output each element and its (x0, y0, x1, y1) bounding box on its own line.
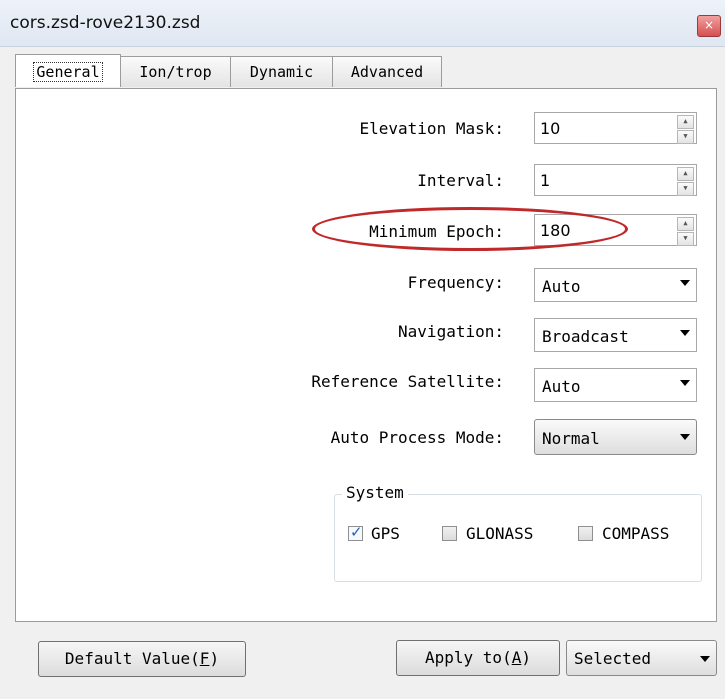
chevron-down-icon (680, 380, 690, 386)
reference-satellite-dropdown[interactable]: Auto (534, 368, 697, 402)
default-value-button[interactable]: Default Value(F) (38, 641, 246, 677)
frequency-label: Frequency: (407, 273, 504, 292)
spin-down-icon[interactable]: ▼ (677, 232, 694, 246)
elevation-mask-value: 10 (540, 119, 561, 138)
elevation-mask-spinner[interactable]: 10 ▲ ▼ (534, 112, 697, 144)
default-value-mnemonic: F (199, 649, 210, 668)
navigation-value: Broadcast (542, 327, 629, 346)
spin-down-icon[interactable]: ▼ (677, 130, 694, 144)
default-value-mnemonic-close: ) (209, 649, 220, 668)
compass-checkbox[interactable] (578, 526, 593, 541)
auto-process-mode-value: Normal (542, 429, 600, 448)
elevation-mask-label: Elevation Mask: (359, 119, 505, 138)
navigation-dropdown[interactable]: Broadcast (534, 318, 697, 352)
auto-process-mode-dropdown[interactable]: Normal (534, 419, 697, 455)
default-value-label: Default Value (64, 649, 191, 668)
apply-scope-dropdown[interactable]: Selected (566, 640, 717, 676)
gps-checkbox[interactable]: ✓ (348, 523, 363, 541)
chevron-down-icon (680, 280, 690, 286)
frequency-value: Auto (542, 277, 581, 296)
chevron-down-icon (680, 330, 690, 336)
spin-up-icon[interactable]: ▲ (677, 115, 694, 129)
highlight-ellipse (312, 207, 628, 251)
apply-scope-value: Selected (574, 649, 652, 668)
interval-spinner[interactable]: 1 ▲ ▼ (534, 164, 697, 196)
interval-label: Interval: (417, 171, 504, 190)
apply-to-mnemonic: A (511, 648, 522, 667)
compass-label: COMPASS (602, 524, 670, 543)
interval-stepper[interactable]: ▲ ▼ (677, 167, 694, 196)
spin-up-icon[interactable]: ▲ (677, 167, 694, 181)
default-value-mnemonic-open: ( (190, 649, 200, 668)
reference-satellite-value: Auto (542, 377, 581, 396)
apply-to-button[interactable]: Apply to(A) (396, 640, 560, 676)
spin-up-icon[interactable]: ▲ (677, 217, 694, 231)
navigation-label: Navigation: (398, 322, 504, 341)
system-group-title: System (342, 483, 408, 502)
reference-satellite-label: Reference Satellite: (311, 372, 504, 391)
auto-process-mode-label: Auto Process Mode: (330, 428, 504, 447)
apply-to-mnemonic-open: ( (502, 648, 512, 667)
interval-value: 1 (540, 171, 551, 190)
apply-to-mnemonic-close: ) (521, 648, 531, 667)
glonass-label: GLONASS (466, 524, 534, 543)
chevron-down-icon (680, 434, 690, 440)
glonass-checkbox[interactable] (442, 526, 457, 541)
apply-to-label: Apply to (425, 648, 503, 667)
form-area: Elevation Mask: 10 ▲ ▼ Interval: 1 ▲ ▼ Min… (0, 0, 725, 699)
check-icon: ✓ (350, 523, 363, 541)
gps-label: GPS (371, 524, 400, 543)
minimum-epoch-stepper[interactable]: ▲ ▼ (677, 217, 694, 246)
elevation-mask-stepper[interactable]: ▲ ▼ (677, 115, 694, 144)
settings-dialog: cors.zsd-rove2130.zsd × General Ion/trop… (0, 0, 725, 699)
spin-down-icon[interactable]: ▼ (677, 182, 694, 196)
chevron-down-icon (700, 656, 710, 662)
frequency-dropdown[interactable]: Auto (534, 268, 697, 302)
